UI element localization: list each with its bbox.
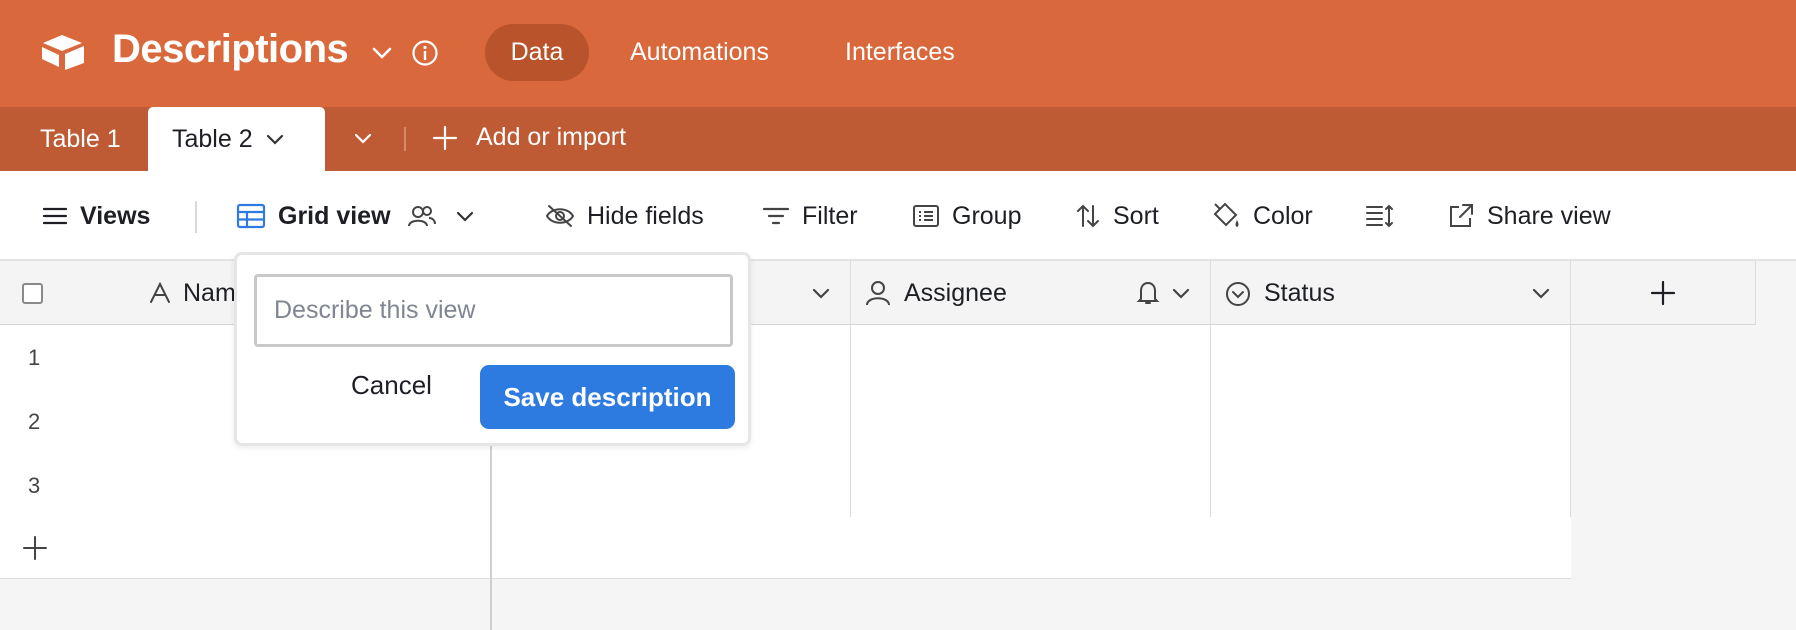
column-header-status[interactable]: Status: [1211, 261, 1571, 325]
cell[interactable]: [1211, 325, 1571, 389]
sort-label: Sort: [1113, 201, 1159, 230]
primary-cell[interactable]: 3: [0, 453, 491, 517]
nav-interfaces[interactable]: Interfaces: [845, 24, 955, 81]
hamburger-icon: [42, 207, 68, 225]
nav-data[interactable]: Data: [485, 24, 589, 81]
color-button[interactable]: Color: [1211, 171, 1313, 261]
plus-icon: [23, 536, 47, 560]
column-name-label: Nam: [183, 279, 236, 307]
column-assignee-label: Assignee: [904, 279, 1007, 307]
divider: [404, 127, 406, 151]
row-number: 3: [28, 473, 41, 498]
group-label: Group: [952, 201, 1022, 230]
hide-fields-button[interactable]: Hide fields: [545, 171, 704, 261]
row-height-button[interactable]: [1365, 171, 1407, 261]
tab-table-1[interactable]: Table 1: [40, 125, 121, 154]
cancel-button[interactable]: Cancel: [351, 370, 432, 401]
single-select-icon: [1226, 282, 1250, 306]
user-icon: [866, 281, 890, 306]
row-height-icon: [1366, 204, 1393, 228]
cell[interactable]: [851, 325, 1211, 389]
views-button[interactable]: Views: [42, 171, 150, 261]
paint-bucket-icon: [1213, 202, 1239, 227]
column-status-label: Status: [1264, 279, 1335, 307]
share-view-label: Share view: [1487, 201, 1611, 230]
text-field-icon: [150, 281, 170, 303]
row-number: 2: [28, 409, 41, 434]
cell[interactable]: [1211, 389, 1571, 453]
cell[interactable]: [491, 453, 851, 517]
chevron-down-icon[interactable]: [455, 209, 475, 223]
chevron-down-icon[interactable]: [1531, 286, 1551, 300]
chevron-down-icon[interactable]: [265, 132, 285, 146]
sort-icon: [1077, 204, 1099, 228]
all-tables-chevron-icon[interactable]: [353, 131, 373, 145]
chevron-down-icon[interactable]: [1171, 286, 1191, 300]
group-icon: [913, 205, 939, 227]
save-description-button[interactable]: Save description: [480, 365, 735, 429]
eye-slash-icon: [545, 205, 575, 227]
row-number: 1: [28, 345, 41, 370]
add-or-import-label: Add or import: [476, 123, 627, 151]
view-description-popover: Cancel Save description: [234, 252, 751, 446]
grid-view-icon: [236, 203, 266, 229]
column-header-assignee[interactable]: Assignee: [851, 261, 1211, 325]
view-toolbar: Views Grid view Hide fields Filter Group…: [0, 171, 1796, 261]
airtable-logo-icon: [42, 35, 84, 70]
chevron-down-icon[interactable]: [811, 286, 831, 300]
add-record-row[interactable]: [0, 517, 1571, 579]
tab-table-2[interactable]: Table 2: [148, 107, 325, 171]
plus-icon: [432, 125, 458, 150]
info-icon[interactable]: [411, 39, 439, 67]
share-view-button[interactable]: Share view: [1447, 171, 1611, 261]
add-field-button[interactable]: [1571, 261, 1756, 325]
view-switcher[interactable]: Grid view: [236, 171, 487, 261]
sort-button[interactable]: Sort: [1075, 171, 1159, 261]
nav-automations[interactable]: Automations: [630, 24, 769, 81]
bell-icon[interactable]: [1136, 280, 1160, 306]
plus-icon: [1650, 280, 1676, 305]
view-name: Grid view: [278, 201, 391, 230]
cell[interactable]: [851, 453, 1211, 517]
collaborative-view-icon: [407, 206, 436, 227]
tab-label: Table 2: [172, 124, 253, 153]
external-link-icon: [1450, 204, 1473, 227]
filter-label: Filter: [802, 201, 858, 230]
filter-icon: [762, 207, 790, 225]
cell[interactable]: [851, 389, 1211, 453]
app-header: Descriptions Data Automations Interfaces: [0, 0, 1796, 107]
views-label: Views: [80, 201, 151, 230]
divider: [195, 201, 197, 233]
filter-button[interactable]: Filter: [762, 171, 858, 261]
group-button[interactable]: Group: [912, 171, 1021, 261]
select-all-checkbox[interactable]: [22, 283, 43, 304]
view-description-input[interactable]: [254, 274, 733, 347]
add-or-import-button[interactable]: Add or import: [432, 123, 626, 152]
hide-fields-label: Hide fields: [587, 201, 704, 230]
base-title[interactable]: Descriptions: [112, 27, 349, 72]
cell[interactable]: [1211, 453, 1571, 517]
color-label: Color: [1253, 201, 1313, 230]
table-tab-bar: Table 1 Table 2 Add or import: [0, 107, 1796, 171]
chevron-down-icon[interactable]: [371, 44, 393, 62]
